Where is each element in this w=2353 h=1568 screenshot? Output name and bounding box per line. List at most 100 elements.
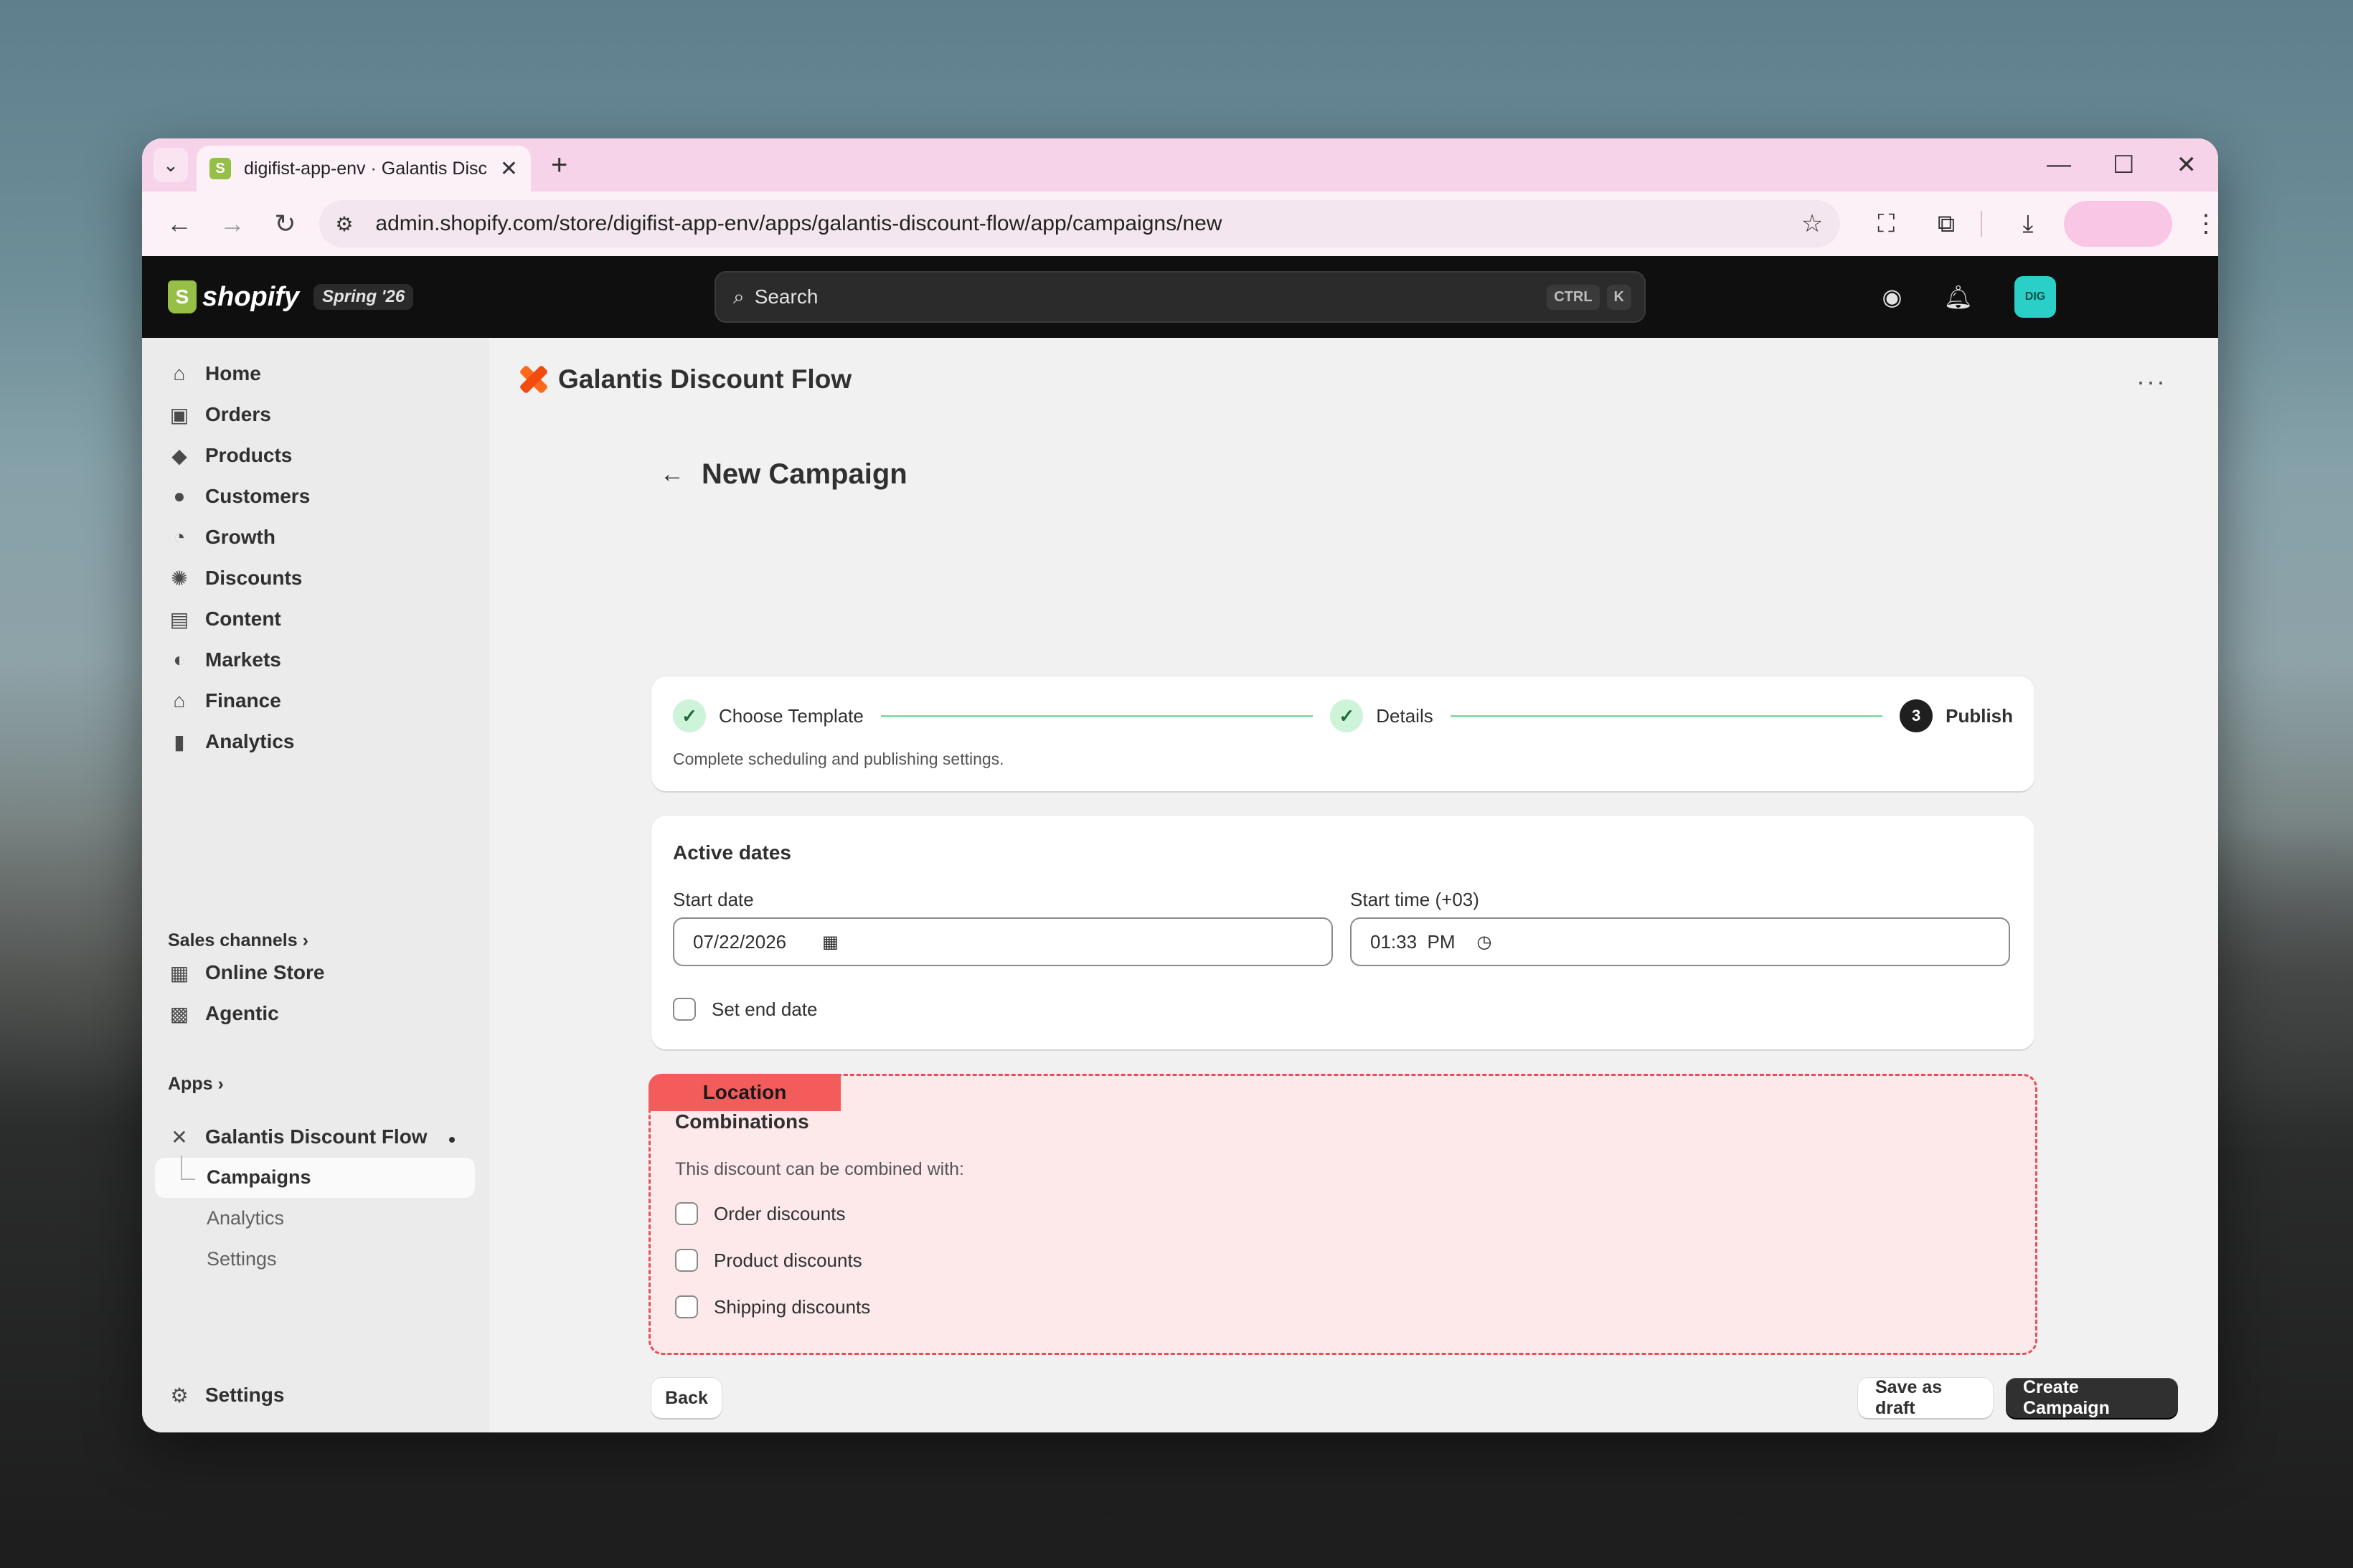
plus-icon[interactable]: + <box>551 149 567 181</box>
sidebar-item-finance[interactable]: ⌂ Finance <box>168 684 281 718</box>
person-icon: ● <box>173 485 186 507</box>
tree-connector <box>181 1156 195 1180</box>
sidebar-item-products[interactable]: ◆ Products <box>168 438 292 473</box>
maximize-icon[interactable]: ☐ <box>2113 151 2134 179</box>
back-icon[interactable]: ← <box>164 209 195 239</box>
stepper-card: ✓ Choose Template ✓ Details 3 Publish Co… <box>651 676 2034 791</box>
profile-button[interactable] <box>2063 201 2173 247</box>
start-date-value: 07/22/2026 <box>693 930 787 953</box>
avatar[interactable]: DIG <box>2014 276 2056 318</box>
product-discounts-row[interactable]: Product discounts <box>675 1249 862 1272</box>
bell-icon[interactable]: 🔔︎ <box>1943 283 1973 311</box>
step-number-badge: 3 <box>1900 699 1933 732</box>
menu-icon[interactable]: ⋮ <box>2194 209 2218 238</box>
card-title: Combinations <box>675 1110 809 1133</box>
window-controls: — ☐ ✕ <box>2047 151 2197 179</box>
set-end-date-label: Set end date <box>712 998 818 1020</box>
browser-window: ⌄ S digifist-app-env · Galantis Disco ✕ … <box>142 138 2218 1432</box>
start-date-label: Start date <box>673 889 754 910</box>
sidebar-item-customers[interactable]: ● Customers <box>168 479 311 514</box>
sidebar-item-agentic[interactable]: ▩ Agentic <box>168 996 279 1031</box>
shopify-logo[interactable]: S shopify <box>168 280 299 313</box>
star-icon[interactable]: ☆ <box>1801 209 1823 238</box>
sidebar-item-online-store[interactable]: ▦ Online Store <box>168 955 325 990</box>
tag-icon: ◆ <box>171 444 187 467</box>
sidebar-item-label: Analytics <box>205 730 295 752</box>
close-window-icon[interactable]: ✕ <box>2177 151 2197 179</box>
url-text[interactable]: admin.shopify.com/store/digifist-app-env… <box>375 212 1222 236</box>
search-shortcut: CTRL K <box>1547 284 1631 310</box>
sidebar-item-label: Products <box>205 444 293 466</box>
sidebar-subitem-settings[interactable]: Settings <box>207 1248 277 1270</box>
calendar-icon[interactable]: ▦ <box>822 932 839 953</box>
chevron-right-icon: › <box>217 1074 224 1094</box>
order-discounts-checkbox[interactable] <box>675 1202 698 1225</box>
tab-title: digifist-app-env · Galantis Disco <box>244 158 488 179</box>
shortcut-key-ctrl: CTRL <box>1547 284 1600 310</box>
sales-channels-title[interactable]: Sales channels › <box>168 930 308 951</box>
sidebar-item-orders[interactable]: ▣ Orders <box>168 397 271 432</box>
search-input[interactable]: ⌕ Search CTRL K <box>715 271 1646 323</box>
card-title: Active dates <box>673 841 791 864</box>
step-label-choose-template[interactable]: Choose Template <box>719 705 864 727</box>
step-connector <box>880 714 1314 717</box>
start-time-field[interactable]: 01:33 PM ◷ <box>1350 917 2010 966</box>
sidebar-item-label: Discounts <box>205 567 303 589</box>
sidebar-item-analytics[interactable]: ▮ Analytics <box>168 724 295 759</box>
save-draft-button[interactable]: Save as draft <box>1858 1377 1993 1418</box>
forward-icon[interactable]: → <box>217 209 248 239</box>
more-actions-icon[interactable]: ··· <box>2136 367 2166 397</box>
galantis-app-icon: ✕ <box>171 1125 188 1148</box>
close-icon[interactable]: ✕ <box>500 156 518 181</box>
pinned-dot-icon <box>449 1137 455 1143</box>
sidebar-item-label: Content <box>205 608 281 630</box>
browser-tab[interactable]: S digifist-app-env · Galantis Disco ✕ <box>197 146 531 192</box>
back-button[interactable]: Back <box>651 1378 722 1418</box>
edition-badge[interactable]: Spring '26 <box>313 284 414 310</box>
toolbar-divider <box>1980 211 1982 237</box>
sidekick-icon[interactable]: ◉ <box>1882 283 1902 311</box>
apps-title[interactable]: Apps › <box>168 1074 224 1095</box>
sidebar-item-label: Orders <box>205 403 271 425</box>
shopify-topbar: S shopify Spring '26 ⌕ Search CTRL K ◉ 🔔… <box>142 256 2218 338</box>
content-icon: ▤ <box>169 608 189 630</box>
shopify-favicon-icon: S <box>209 158 231 179</box>
download-icon[interactable]: ⤓ <box>2014 210 2042 238</box>
step-complete-check-icon: ✓ <box>673 699 706 732</box>
page-title: New Campaign <box>702 458 907 490</box>
shipping-discounts-row[interactable]: Shipping discounts <box>675 1295 870 1318</box>
sidebar-item-home[interactable]: ⌂ Home <box>168 356 261 391</box>
discount-icon: ✺ <box>171 567 188 590</box>
reload-icon[interactable]: ↻ <box>270 209 301 239</box>
step-label-details[interactable]: Details <box>1376 705 1433 727</box>
section-title-label: Sales channels <box>168 930 298 950</box>
site-info-icon[interactable]: ⚙ <box>335 212 361 236</box>
minimize-icon[interactable]: — <box>2047 151 2071 179</box>
step-complete-check-icon: ✓ <box>1330 699 1364 732</box>
sidebar: ⌂ Home ▣ Orders ◆ Products ● Customers ◔… <box>142 338 489 1432</box>
product-discounts-checkbox[interactable] <box>675 1249 698 1272</box>
tab-search-icon[interactable]: ⌄ <box>154 148 188 182</box>
sidebar-item-markets[interactable]: ◐ Markets <box>168 643 281 677</box>
back-arrow-icon[interactable]: ← <box>660 461 684 488</box>
extensions-icon[interactable]: ⧉ <box>1932 210 1961 238</box>
screenshot-icon[interactable]: ⛶ <box>1872 210 1900 238</box>
clock-icon[interactable]: ◷ <box>1477 932 1492 953</box>
bar-chart-icon: ▮ <box>174 730 185 753</box>
sidebar-item-settings[interactable]: ⚙ Settings <box>168 1378 284 1412</box>
sidebar-item-label: Home <box>205 362 261 384</box>
set-end-date-checkbox[interactable] <box>673 998 696 1021</box>
shipping-discounts-checkbox[interactable] <box>675 1295 698 1318</box>
sidebar-item-content[interactable]: ▤ Content <box>168 602 281 636</box>
app-title: Galantis Discount Flow <box>558 364 852 394</box>
address-bar[interactable]: ⚙ admin.shopify.com/store/digifist-app-e… <box>319 200 1841 247</box>
set-end-date-row[interactable]: Set end date <box>673 998 817 1021</box>
create-campaign-button[interactable]: Create Campaign <box>2006 1377 2178 1418</box>
order-discounts-row[interactable]: Order discounts <box>675 1202 846 1225</box>
sidebar-subitem-campaigns[interactable]: Campaigns <box>207 1166 311 1189</box>
sidebar-item-growth[interactable]: ◔ Growth <box>168 520 275 554</box>
sidebar-item-discounts[interactable]: ✺ Discounts <box>168 561 302 595</box>
sidebar-subitem-analytics[interactable]: Analytics <box>207 1207 284 1229</box>
start-date-field[interactable]: 07/22/2026 ▦ <box>673 917 1333 966</box>
sidebar-item-galantis[interactable]: ✕ Galantis Discount Flow <box>168 1120 427 1154</box>
